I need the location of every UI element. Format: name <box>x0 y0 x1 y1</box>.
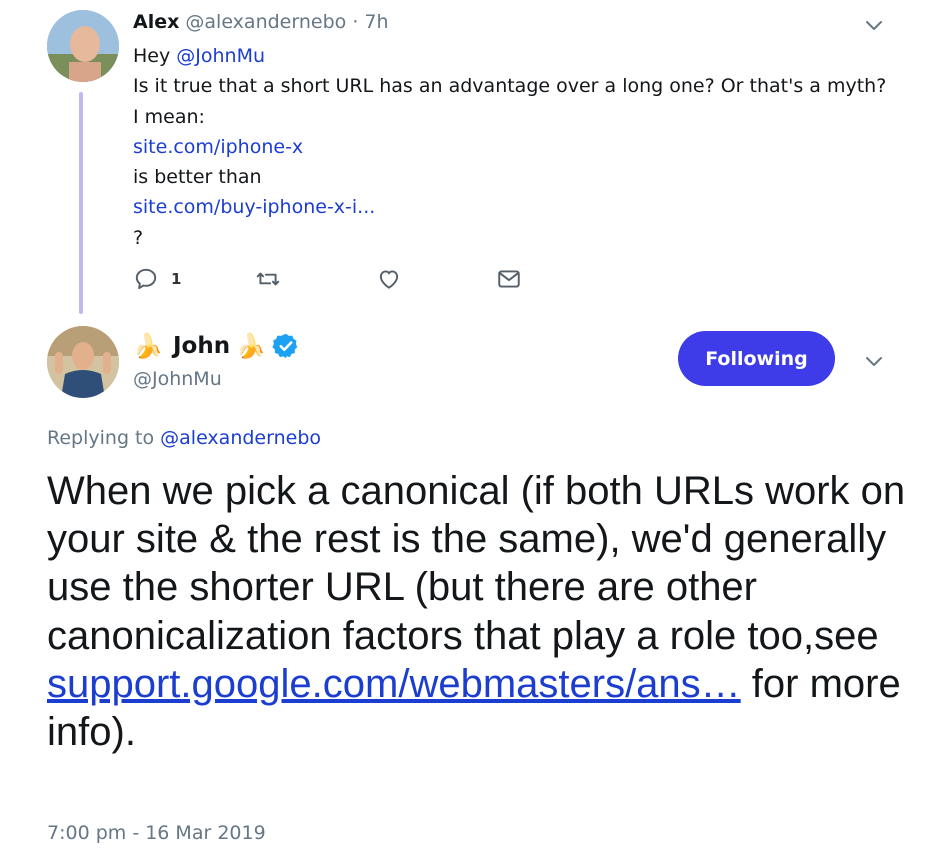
author-handle[interactable]: @JohnMu <box>133 368 222 390</box>
reply-icon <box>135 268 157 290</box>
avatar-alex[interactable] <box>47 10 119 82</box>
thread-line <box>79 92 83 314</box>
better-line: is better than <box>133 166 262 189</box>
like-button[interactable] <box>376 266 402 292</box>
retweet-button[interactable] <box>255 266 281 292</box>
reply-count: 1 <box>171 270 182 288</box>
mention-link[interactable]: @JohnMu <box>176 45 265 67</box>
reply-text-part: When we pick a canonical (if both URLs w… <box>47 469 906 658</box>
parent-tweet-text: Hey @JohnMu Is it true that a short URL … <box>133 41 886 253</box>
support-link[interactable]: support.google.com/webmasters/ans… <box>47 662 741 706</box>
question-line: Is it true that a short URL has an advan… <box>133 75 887 98</box>
greeting: Hey <box>133 45 177 67</box>
replying-prefix: Replying to <box>47 427 161 449</box>
direct-message-icon <box>498 270 520 288</box>
reply-author-row: 🍌 John 🍌 <box>133 330 300 362</box>
greeting-line: Hey @JohnMu <box>133 41 886 71</box>
retweet-icon <box>256 272 280 286</box>
reply-tweet-text: When we pick a canonical (if both URLs w… <box>47 467 907 756</box>
tweet-timestamp[interactable]: 7:00 pm - 16 Mar 2019 <box>47 822 266 844</box>
following-button[interactable]: Following <box>678 331 835 386</box>
chevron-down-icon[interactable] <box>862 349 886 373</box>
like-icon <box>379 270 399 289</box>
direct-message-button[interactable] <box>496 266 522 292</box>
parent-tweet-header: Alex @alexandernebo · 7h <box>133 10 389 34</box>
chevron-down-icon[interactable] <box>862 13 886 37</box>
question-mark-line: ? <box>133 226 144 249</box>
long-url-link[interactable]: site.com/buy-iphone-x-i... <box>133 196 375 218</box>
author-name[interactable]: John <box>173 333 230 359</box>
avatar-john[interactable] <box>47 326 119 398</box>
reply-button[interactable]: 1 <box>133 266 181 292</box>
replying-to: Replying to @alexandernebo <box>47 427 321 449</box>
author-handle[interactable]: @alexandernebo <box>185 11 346 33</box>
mean-line: I mean: <box>133 105 205 128</box>
banana-emoji-left: 🍌 <box>133 332 163 360</box>
verified-icon <box>272 333 298 359</box>
replying-handle-link[interactable]: @alexandernebo <box>160 427 321 449</box>
short-url-link[interactable]: site.com/iphone-x <box>133 136 303 158</box>
banana-emoji-right: 🍌 <box>236 332 266 360</box>
author-name[interactable]: Alex <box>133 11 179 33</box>
tweet-time[interactable]: · 7h <box>352 11 388 33</box>
